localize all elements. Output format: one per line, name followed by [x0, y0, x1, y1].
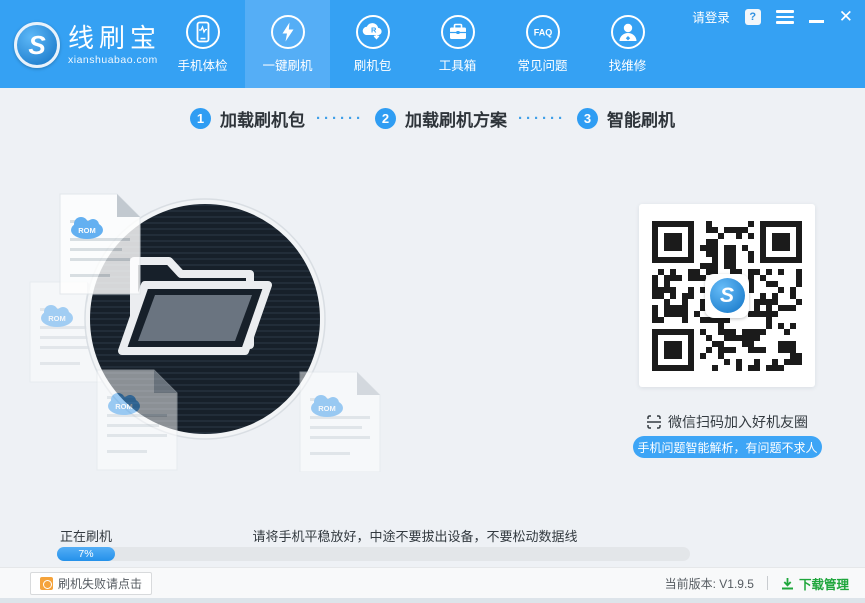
flashing-illustration: ROM	[22, 182, 402, 472]
version-label: 当前版本: V1.9.5	[665, 575, 754, 592]
step-2-circle: 2	[375, 108, 396, 129]
nav-label: 工具箱	[439, 55, 477, 74]
download-manager-link[interactable]: 下载管理	[781, 574, 849, 593]
step-1-label: 加载刷机包	[220, 106, 305, 131]
nav-label: 刷机包	[354, 55, 392, 74]
brand-logo-icon: S	[14, 22, 60, 68]
step-dots: ······	[518, 110, 566, 127]
rom-cloud-icon: R	[355, 14, 391, 50]
progress-bar: 7%	[57, 547, 690, 561]
brand-logo: S 线刷宝 xianshuabao.com	[14, 22, 161, 68]
nav-label: 常见问题	[517, 55, 567, 74]
window-bottom-edge	[0, 598, 865, 603]
svg-text:FAQ: FAQ	[533, 28, 552, 38]
qr-center-logo: S	[705, 274, 749, 318]
lifebuoy-icon	[40, 577, 53, 590]
nav-item-faq[interactable]: FAQ 常见问题	[500, 0, 585, 88]
qr-caption: 微信扫码加入好机友圈	[639, 412, 815, 432]
footer-divider	[767, 576, 768, 590]
scan-icon	[646, 414, 662, 430]
brand-domain: xianshuabao.com	[68, 54, 161, 66]
nav-item-toolbox[interactable]: 工具箱	[415, 0, 500, 88]
menu-icon[interactable]	[776, 7, 794, 27]
progress-fill: 7%	[57, 547, 115, 561]
progress-percent: 7%	[78, 548, 93, 560]
window-controls: 请登录 ? ✕	[692, 7, 853, 27]
main-nav: 手机体检 一键刷机 R 刷机包	[160, 0, 670, 88]
help-icon[interactable]: ?	[745, 9, 761, 25]
lightning-icon	[270, 14, 306, 50]
toolbox-icon	[440, 14, 476, 50]
qr-caption-text: 微信扫码加入好机友圈	[668, 412, 808, 432]
step-3-circle: 3	[577, 108, 598, 129]
faq-icon: FAQ	[525, 14, 561, 50]
brand-name: 线刷宝	[68, 24, 161, 52]
flash-failed-label: 刷机失败请点击	[58, 575, 142, 592]
login-link[interactable]: 请登录	[692, 7, 730, 26]
qr-slogan-pill[interactable]: 手机问题智能解析，有问题不求人	[633, 436, 822, 458]
minimize-icon[interactable]	[809, 8, 824, 26]
app-window: S 线刷宝 xianshuabao.com 手机体检	[0, 0, 865, 603]
qr-code: S	[652, 221, 802, 371]
download-manager-label: 下载管理	[799, 574, 849, 593]
step-indicator: 1 加载刷机包 ······ 2 加载刷机方案 ······ 3 智能刷机	[0, 96, 865, 140]
download-icon	[781, 577, 794, 590]
step-2-label: 加载刷机方案	[405, 106, 507, 131]
repair-person-icon	[610, 14, 646, 50]
qr-card: S	[639, 204, 815, 387]
nav-label: 一键刷机	[262, 55, 312, 74]
phone-check-icon	[185, 14, 221, 50]
nav-item-rom-package[interactable]: R 刷机包	[330, 0, 415, 88]
flash-failed-button[interactable]: 刷机失败请点击	[30, 572, 152, 595]
nav-label: 手机体检	[177, 55, 227, 74]
progress-instruction: 请将手机平稳放好，中途不要拔出设备，不要松动数据线	[252, 526, 577, 545]
nav-label: 找维修	[609, 55, 647, 74]
header: S 线刷宝 xianshuabao.com 手机体检	[0, 0, 865, 88]
step-dots: ······	[316, 110, 364, 127]
nav-item-find-repair[interactable]: 找维修	[585, 0, 670, 88]
progress-status: 正在刷机	[60, 526, 112, 545]
nav-item-phone-check[interactable]: 手机体检	[160, 0, 245, 88]
footer-bar: 刷机失败请点击 当前版本: V1.9.5 下载管理	[0, 567, 865, 598]
step-1-circle: 1	[190, 108, 211, 129]
close-icon[interactable]: ✕	[839, 8, 853, 26]
step-3-label: 智能刷机	[607, 106, 675, 131]
folder-icon	[122, 261, 268, 351]
nav-item-one-key-flash[interactable]: 一键刷机	[245, 0, 330, 88]
